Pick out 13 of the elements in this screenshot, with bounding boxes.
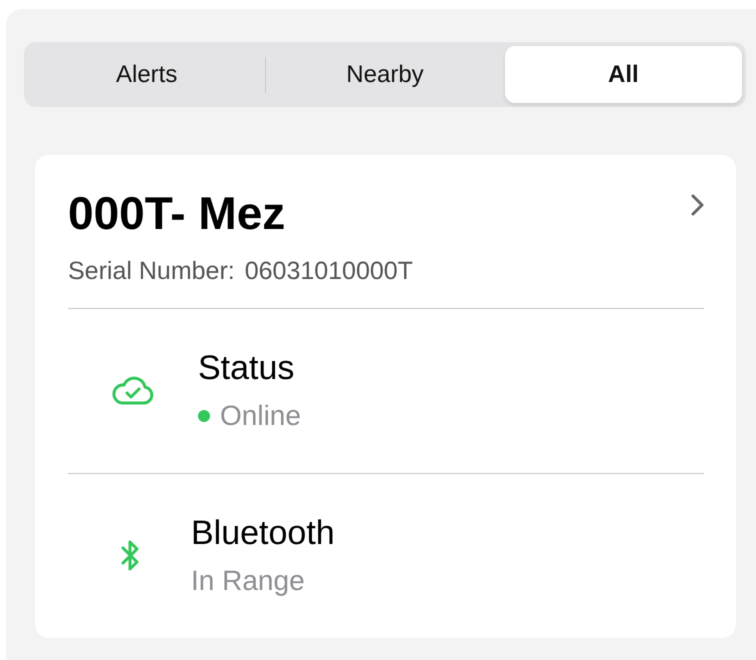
chevron-right-icon[interactable] bbox=[690, 193, 704, 217]
serial-number: 06031010000T bbox=[244, 257, 413, 286]
bluetooth-icon bbox=[120, 538, 140, 573]
segment-tab[interactable]: Alerts bbox=[28, 46, 266, 103]
segment-tab[interactable]: All bbox=[504, 46, 742, 103]
cloud-check-icon bbox=[112, 376, 154, 406]
row-title: Status bbox=[198, 349, 296, 388]
serial-label: Serial Number: bbox=[68, 257, 235, 286]
row-title: Bluetooth bbox=[191, 514, 335, 554]
device-name: 000T- Mez bbox=[68, 186, 286, 241]
segment-tab[interactable]: Nearby bbox=[266, 46, 504, 103]
row-value: In Range bbox=[191, 565, 305, 598]
row-value: Online bbox=[220, 400, 301, 432]
